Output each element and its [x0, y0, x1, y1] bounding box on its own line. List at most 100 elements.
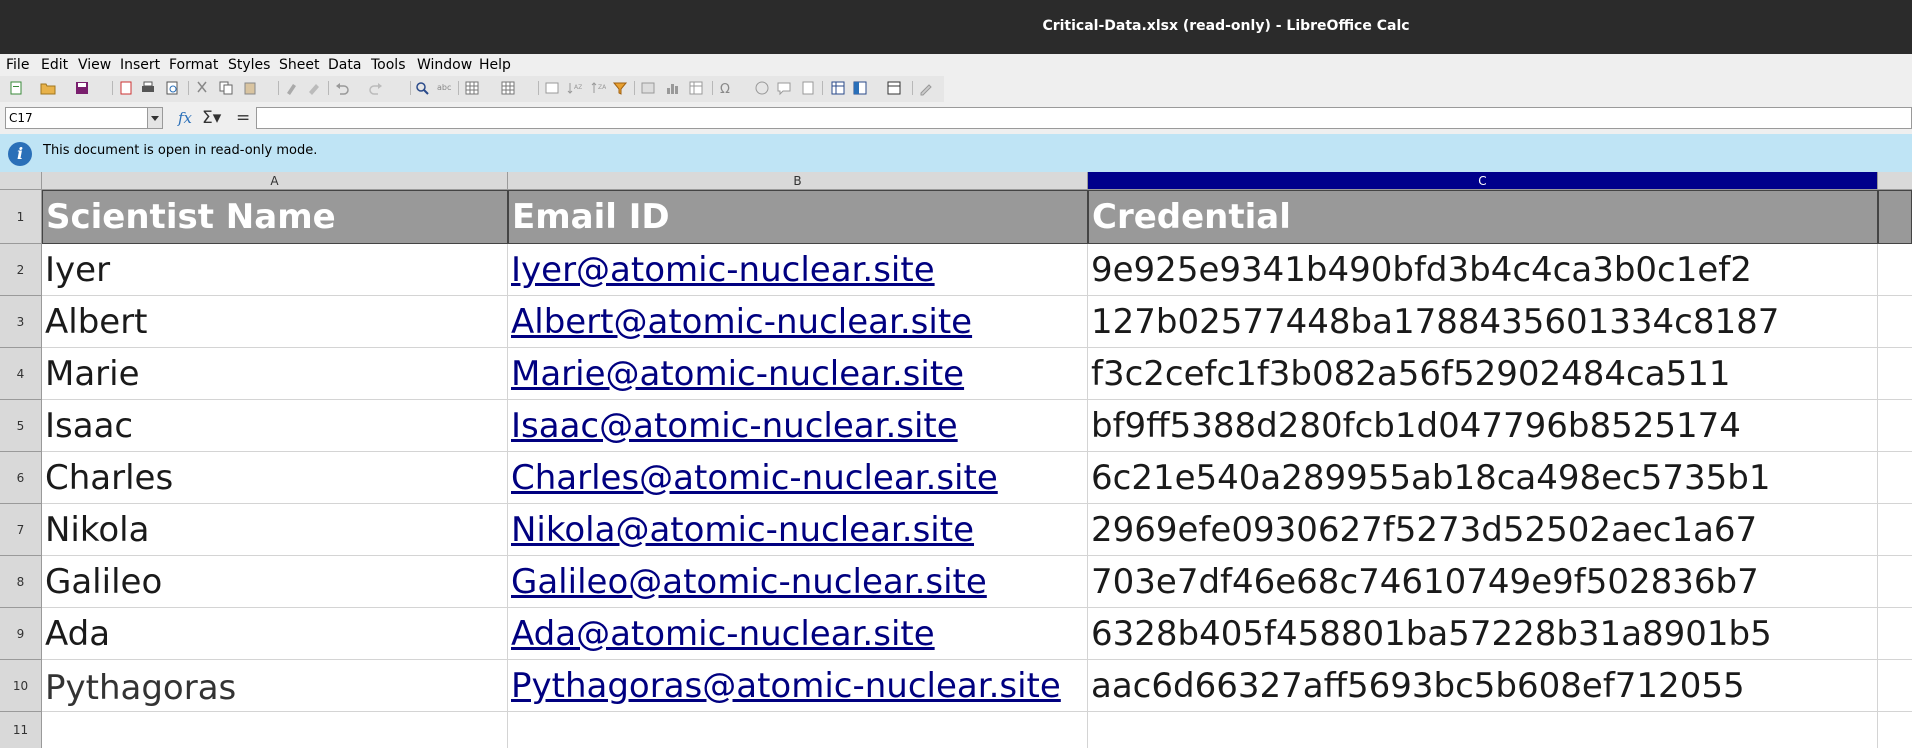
cell-email[interactable]: Iyer@atomic-nuclear.site — [508, 244, 1088, 296]
clear-formatting-icon[interactable] — [306, 80, 322, 96]
image-icon[interactable] — [640, 80, 656, 96]
clone-formatting-icon[interactable] — [284, 80, 300, 96]
cell-credential[interactable]: 703e7df46e68c74610749e9f502836b7 — [1088, 556, 1878, 608]
autofilter-icon[interactable] — [612, 80, 628, 96]
split-window-icon[interactable] — [886, 80, 902, 96]
sort-ascending-icon[interactable]: AZ — [566, 80, 582, 96]
row-header[interactable]: 6 — [0, 452, 42, 504]
sum-icon[interactable]: Σ▾ — [202, 106, 221, 130]
empty-cell[interactable] — [1878, 556, 1912, 608]
cell-email[interactable]: Nikola@atomic-nuclear.site — [508, 504, 1088, 556]
cell-credential[interactable]: 6c21e540a289955ab18ca498ec5735b1 — [1088, 452, 1878, 504]
row-header[interactable]: 10 — [0, 660, 42, 712]
export-pdf-icon[interactable] — [118, 80, 134, 96]
special-character-icon[interactable]: Ω — [718, 80, 734, 96]
formula-input[interactable] — [256, 107, 1912, 129]
name-box[interactable]: C17 — [5, 107, 163, 129]
row-icon[interactable] — [464, 80, 480, 96]
row-header[interactable]: 5 — [0, 400, 42, 452]
row-header[interactable]: 11 — [0, 712, 42, 748]
undo-icon[interactable] — [334, 80, 350, 96]
empty-cell[interactable] — [1878, 660, 1912, 712]
menu-window[interactable]: Window — [417, 54, 472, 76]
empty-cell[interactable] — [1878, 452, 1912, 504]
cell-name[interactable]: Albert — [42, 296, 508, 348]
print-preview-icon[interactable] — [164, 80, 180, 96]
cell-name[interactable]: Pythagoras — [42, 660, 508, 712]
empty-cell[interactable] — [1878, 608, 1912, 660]
function-wizard-icon[interactable]: fx — [178, 106, 192, 130]
define-print-area-icon[interactable] — [830, 80, 846, 96]
cell-credential[interactable]: f3c2cefc1f3b082a56f52902484ca511 — [1088, 348, 1878, 400]
cut-icon[interactable] — [194, 80, 210, 96]
column-header-a[interactable]: A — [42, 172, 508, 190]
chevron-down-icon[interactable] — [147, 108, 162, 128]
column-header-d[interactable] — [1878, 172, 1912, 190]
cell-email[interactable]: Albert@atomic-nuclear.site — [508, 296, 1088, 348]
spelling-icon[interactable]: abc — [436, 80, 452, 96]
cell-credential[interactable]: 2969efe0930627f5273d52502aec1a67 — [1088, 504, 1878, 556]
cell-name[interactable]: Iyer — [42, 244, 508, 296]
menu-edit[interactable]: Edit — [41, 54, 68, 76]
select-all-corner[interactable] — [0, 172, 42, 190]
email-link[interactable]: Isaac@atomic-nuclear.site — [511, 406, 958, 446]
cell-email[interactable]: Pythagoras@atomic-nuclear.site — [508, 660, 1088, 712]
row-header[interactable]: 3 — [0, 296, 42, 348]
cell-name[interactable]: Nikola — [42, 504, 508, 556]
menu-help[interactable]: Help — [479, 54, 511, 76]
cell-credential[interactable]: 9e925e9341b490bfd3b4c4ca3b0c1ef2 — [1088, 244, 1878, 296]
empty-cell[interactable] — [42, 712, 508, 748]
show-draw-functions-icon[interactable] — [918, 80, 934, 96]
empty-cell[interactable] — [1088, 712, 1878, 748]
cell-email[interactable]: Galileo@atomic-nuclear.site — [508, 556, 1088, 608]
row-header[interactable]: 4 — [0, 348, 42, 400]
cell-email[interactable]: Ada@atomic-nuclear.site — [508, 608, 1088, 660]
pivot-table-icon[interactable] — [688, 80, 704, 96]
merge-cells-icon[interactable] — [544, 80, 560, 96]
menu-file[interactable]: File — [6, 54, 29, 76]
empty-cell[interactable] — [1878, 400, 1912, 452]
email-link[interactable]: Iyer@atomic-nuclear.site — [511, 250, 935, 290]
menu-tools[interactable]: Tools — [371, 54, 406, 76]
cell-email[interactable]: Charles@atomic-nuclear.site — [508, 452, 1088, 504]
column-header-c[interactable]: C — [1088, 172, 1878, 190]
column-icon[interactable] — [500, 80, 516, 96]
column-header-b[interactable]: B — [508, 172, 1088, 190]
empty-cell[interactable] — [1878, 712, 1912, 748]
menu-view[interactable]: View — [78, 54, 111, 76]
paste-icon[interactable] — [242, 80, 258, 96]
menu-styles[interactable]: Styles — [228, 54, 270, 76]
copy-icon[interactable] — [218, 80, 234, 96]
email-link[interactable]: Marie@atomic-nuclear.site — [511, 354, 964, 394]
cell-email[interactable]: Isaac@atomic-nuclear.site — [508, 400, 1088, 452]
empty-cell[interactable] — [1878, 244, 1912, 296]
row-header[interactable]: 1 — [0, 190, 42, 244]
freeze-rows-columns-icon[interactable] — [852, 80, 868, 96]
sort-descending-icon[interactable]: ZA — [590, 80, 606, 96]
cell-name[interactable]: Marie — [42, 348, 508, 400]
empty-cell[interactable] — [1878, 296, 1912, 348]
formula-equals-icon[interactable]: = — [236, 106, 250, 130]
cell-credential[interactable]: 6328b405f458801ba57228b31a8901b5 — [1088, 608, 1878, 660]
spreadsheet-grid[interactable]: A B C 1 2 3 4 5 6 7 8 9 10 11 Scientist … — [0, 172, 1912, 748]
row-header[interactable]: 9 — [0, 608, 42, 660]
comment-icon[interactable] — [776, 80, 792, 96]
empty-cell[interactable] — [508, 712, 1088, 748]
open-icon[interactable] — [40, 80, 56, 96]
hyperlink-icon[interactable] — [754, 80, 770, 96]
header-cell-d[interactable] — [1878, 190, 1912, 244]
email-link[interactable]: Charles@atomic-nuclear.site — [511, 458, 998, 498]
header-cell-scientist-name[interactable]: Scientist Name — [42, 190, 508, 244]
cell-name[interactable]: Ada — [42, 608, 508, 660]
find-replace-icon[interactable] — [414, 80, 430, 96]
email-link[interactable]: Galileo@atomic-nuclear.site — [511, 562, 987, 602]
cell-credential[interactable]: 127b02577448ba1788435601334c8187 — [1088, 296, 1878, 348]
cell-name[interactable]: Isaac — [42, 400, 508, 452]
row-header[interactable]: 8 — [0, 556, 42, 608]
cell-name[interactable]: Charles — [42, 452, 508, 504]
email-link[interactable]: Pythagoras@atomic-nuclear.site — [511, 666, 1061, 706]
header-cell-credential[interactable]: Credential — [1088, 190, 1878, 244]
row-header[interactable]: 2 — [0, 244, 42, 296]
row-header[interactable]: 7 — [0, 504, 42, 556]
menu-format[interactable]: Format — [169, 54, 218, 76]
